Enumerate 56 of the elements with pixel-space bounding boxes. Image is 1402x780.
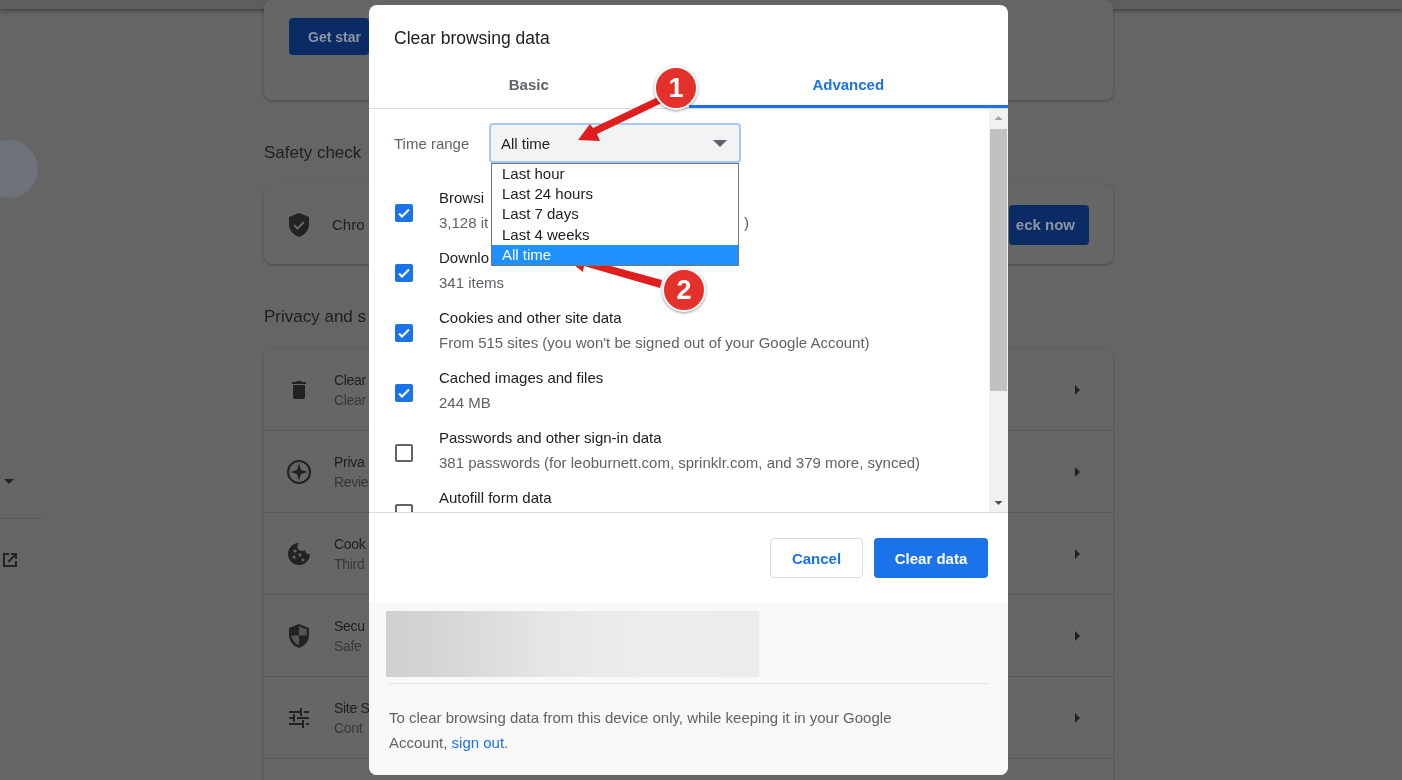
dropdown-option[interactable]: All time [492,244,738,265]
setting-title: Cook [334,535,366,552]
option-description: From 515 sites (you won't be signed out of your Google Account) [439,333,870,353]
checkbox[interactable] [395,204,413,222]
setting-title: Secu [334,617,365,634]
dropdown-option[interactable]: Last hour [492,164,738,185]
cookie-icon [288,542,310,565]
dialog-title: Clear browsing data [393,27,551,49]
field-label: Time range [394,134,471,152]
option-description: 381 passwords (for leoburnett.com, sprinklr.com, and 379 more, synced) [439,453,921,473]
clear-data-button[interactable]: Clear data [874,538,988,578]
section-heading: Privacy and s [264,306,367,328]
option-description: 3,128 it [439,213,489,233]
time-range-dropdown[interactable]: All time [489,123,741,163]
option-title: Passwords and other sign-in data [439,428,662,448]
arrow-icon[interactable] [1075,548,1080,559]
section-heading: Safety check [264,142,362,164]
checkbox[interactable] [395,324,413,342]
option-description: ) [744,213,749,233]
shield-icon [289,623,309,648]
sliders-icon [289,707,309,728]
safety-check-text: Chro [332,216,365,233]
arrow-icon[interactable] [1075,712,1080,723]
option-title: Autofill form data [439,488,552,508]
arrow-icon[interactable] [1075,384,1080,395]
dropdown-option[interactable]: Last 7 days [492,204,738,225]
shield-check-icon [289,212,309,237]
dropdown-option[interactable]: Last 4 weeks [492,224,738,245]
option-title: Cookies and other site data [439,308,622,328]
checkbox[interactable] [395,264,413,282]
footer-note: To clear browsing data from this device only, while keeping it in your Google Account, sign out. [389,708,893,753]
scroll-thumb[interactable] [990,129,1007,391]
arrow-icon[interactable] [1075,630,1080,641]
check-now-button[interactable]: eck now [1009,204,1089,245]
tab[interactable]: Advanced [808,74,889,94]
option-title: Browsi [439,188,484,208]
tab[interactable]: Basic [504,74,553,94]
arrow-icon[interactable] [1075,466,1080,477]
option-description: 341 items [439,273,505,293]
dropdown-option[interactable]: Last 24 hours [492,184,738,205]
checkbox[interactable] [395,384,413,402]
caret-icon [713,139,727,147]
checkbox[interactable] [395,444,413,462]
get-started-button[interactable]: Get star [289,18,369,55]
scrollbar[interactable] [989,109,1008,512]
caret-icon[interactable] [4,479,14,484]
setting-title: Site S [334,699,370,716]
option-description: 244 MB [439,393,491,413]
compass-icon [286,458,312,485]
external-link-icon[interactable] [1,551,19,569]
option-title: Cached images and files [439,368,604,388]
trash-icon [292,380,306,399]
cancel-button[interactable]: Cancel [770,538,863,578]
option-title: Downlo [439,248,490,268]
setting-title: Priva [334,453,366,470]
setting-title: Clear [334,371,366,388]
